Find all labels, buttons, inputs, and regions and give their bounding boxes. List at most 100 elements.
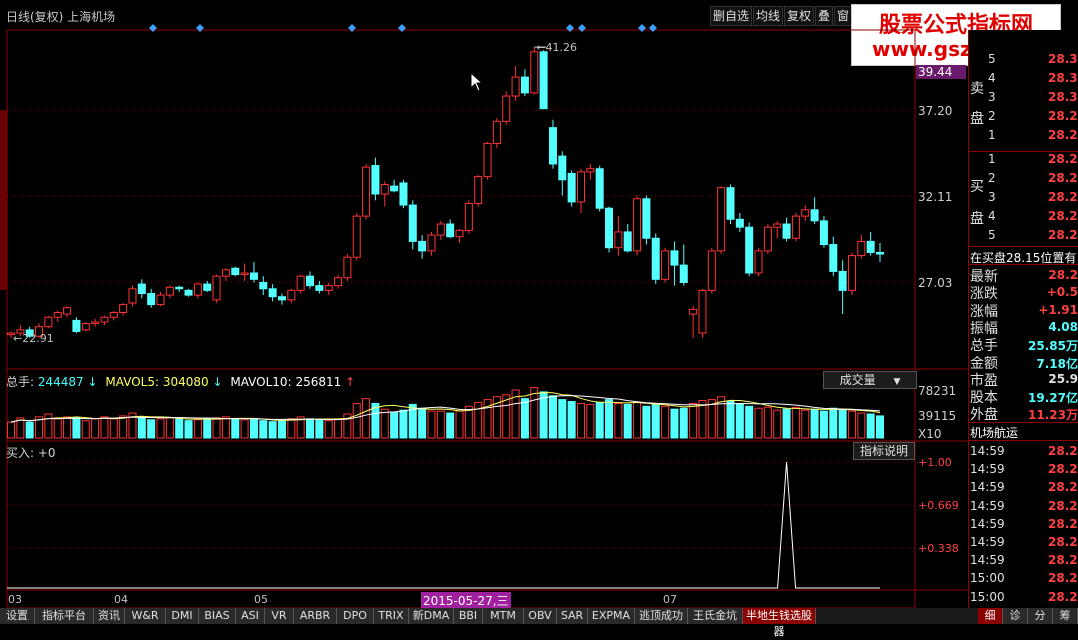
tab-13[interactable]: MTM — [483, 608, 524, 624]
volume-bar — [203, 418, 212, 439]
right-tab-0[interactable]: 细 — [978, 608, 1003, 624]
tab-9[interactable]: DPO — [337, 608, 374, 624]
stat-value: +0.5 — [1046, 285, 1078, 300]
candle-body — [614, 231, 623, 249]
volume-bar — [221, 416, 230, 439]
right-tab-2[interactable]: 分 — [1028, 608, 1053, 624]
sell-level: 4 — [988, 71, 996, 85]
high-price-label: ←41.26 — [536, 41, 577, 54]
candle-body — [661, 250, 670, 280]
stat-value: 19.27亿 — [1028, 391, 1078, 406]
candle-body — [735, 218, 744, 228]
candle-body — [137, 283, 146, 295]
tab-12[interactable]: BBI — [454, 608, 483, 624]
candle-body — [502, 95, 511, 122]
candle-body — [801, 209, 810, 217]
indicator-tabs: 设置 指标平台 资讯 W&R DMI BIAS ASI VR ARBR DPO TRIX 新DMA BB… — [0, 608, 1078, 638]
volume-bar — [548, 395, 557, 439]
volume-bar — [231, 418, 240, 439]
tab-17[interactable]: 逃顶成功 — [635, 608, 688, 624]
industry-name[interactable]: 机场航运 — [970, 424, 1018, 441]
left-edge-strip — [0, 110, 7, 290]
candle-body — [726, 187, 735, 220]
candle-body — [81, 323, 90, 331]
tab-19[interactable]: 半地生钱选股器 — [743, 608, 816, 638]
tab-18[interactable]: 王氏金坑 — [688, 608, 743, 624]
right-tab-1[interactable]: 诊 — [1003, 608, 1028, 624]
tick-time: 14:59 — [970, 444, 1005, 458]
volume-bar — [707, 399, 716, 439]
tab-14[interactable]: OBV — [524, 608, 557, 624]
stat-value: +1.91 — [1038, 302, 1078, 317]
tab-5[interactable]: BIAS — [199, 608, 236, 624]
volume-bar — [558, 399, 567, 439]
buy-level: 1 — [988, 152, 996, 166]
mavol10-label: MAVOL10: — [230, 375, 292, 389]
volume-bar — [838, 408, 847, 439]
candle-body — [147, 293, 156, 306]
tab-16[interactable]: EXPMA — [588, 608, 635, 624]
candle-body — [109, 312, 118, 318]
signal-diamond-icon — [149, 24, 157, 32]
signal-diamond-icon — [196, 24, 204, 32]
candle-body — [857, 240, 866, 257]
volume-bar — [605, 399, 614, 439]
indicator-help-button[interactable]: 指标说明 — [853, 442, 915, 460]
volume-bar — [876, 415, 884, 439]
volume-total-value: 244487 — [37, 375, 84, 389]
volume-bar — [175, 418, 184, 439]
signal-diamond-icon — [566, 24, 574, 32]
candle-body — [689, 308, 698, 315]
candle-body — [249, 272, 258, 280]
volume-bar — [109, 418, 118, 439]
volume-bar — [520, 398, 529, 439]
volume-bar — [418, 407, 427, 439]
volume-bar — [857, 412, 866, 439]
volume-bar — [689, 402, 698, 439]
candle-body — [838, 270, 847, 291]
candle-body — [605, 207, 614, 249]
volume-bar — [633, 401, 642, 439]
candle-body — [670, 250, 679, 266]
tick-price: 28.2 — [1048, 535, 1078, 549]
arrow-down-icon: ↓ — [212, 375, 223, 389]
tab-6[interactable]: ASI — [236, 608, 265, 624]
candle-body — [492, 120, 501, 144]
tick-time: 14:59 — [970, 553, 1005, 568]
volume-bar — [801, 409, 810, 439]
volume-bar — [754, 407, 763, 439]
tab-0[interactable]: 设置 — [0, 608, 35, 624]
buy-level: 4 — [988, 209, 996, 223]
volume-bar — [810, 408, 819, 439]
tab-1[interactable]: 指标平台 — [35, 608, 94, 624]
volume-bar — [240, 419, 249, 439]
kline-chart[interactable]: ←41.26 ←22.91 — [0, 0, 968, 608]
tab-4[interactable]: DMI — [166, 608, 199, 624]
volume-bar — [651, 403, 660, 439]
volume-info: 总手: 244487 ↓ MAVOL5: 304080 ↓ MAVOL10: 2… — [6, 373, 355, 390]
indicator-selector[interactable]: 成交量 ▼ — [823, 371, 917, 389]
tab-3[interactable]: W&R — [125, 608, 166, 624]
tick-time: 14:59 — [970, 462, 1005, 477]
tab-10[interactable]: TRIX — [374, 608, 409, 624]
tab-2[interactable]: 资讯 — [94, 608, 125, 624]
mavol10-value: 256811 — [295, 375, 342, 389]
price-label-top: 39.44 — [918, 65, 953, 79]
candle-body — [763, 226, 772, 252]
tab-8[interactable]: ARBR — [294, 608, 337, 624]
indicator-signal-line — [7, 461, 880, 589]
tab-7[interactable]: VR — [265, 608, 294, 624]
volume-bar — [726, 401, 735, 439]
volume-bar — [791, 406, 800, 439]
volume-bar — [446, 412, 455, 439]
right-tab-3[interactable]: 筹 — [1053, 608, 1078, 624]
candle-body — [810, 209, 819, 222]
tab-15[interactable]: SAR — [557, 608, 588, 624]
volume-bar — [193, 419, 202, 439]
tab-11[interactable]: 新DMA — [409, 608, 454, 624]
volume-bar — [249, 418, 258, 439]
candle-body — [847, 255, 856, 291]
chevron-down-icon: ▼ — [893, 377, 901, 387]
volume-bar — [427, 410, 436, 439]
buy-price: 28.2 — [1048, 171, 1078, 185]
